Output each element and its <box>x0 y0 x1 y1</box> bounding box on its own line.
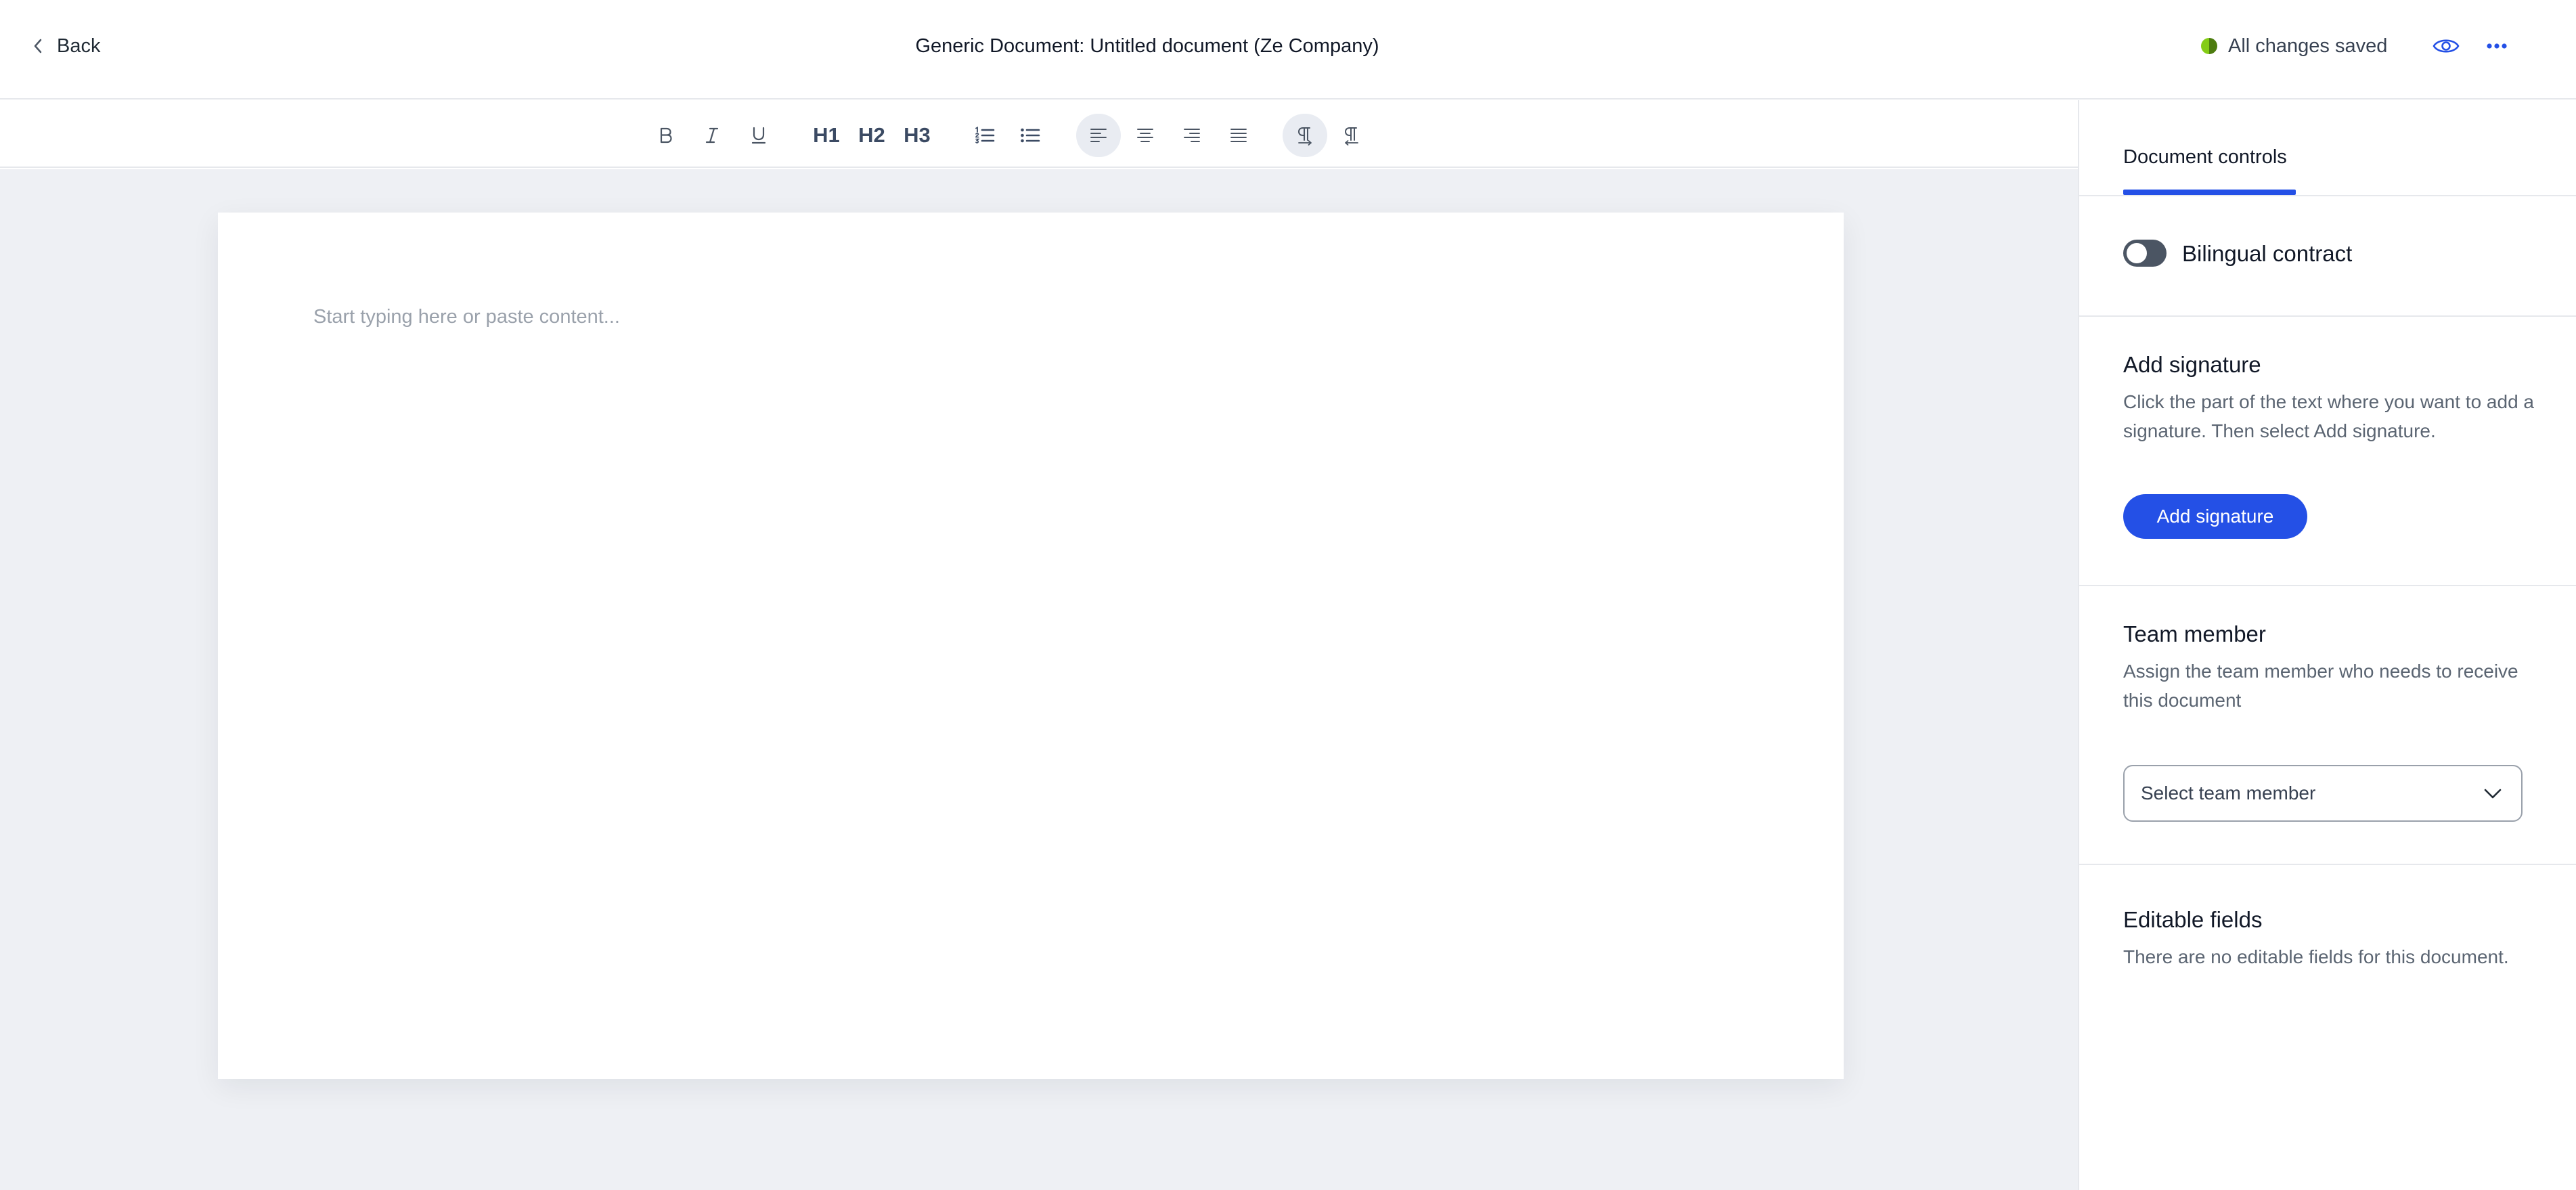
formatting-toolbar: H1 H2 H3 <box>0 100 2078 168</box>
eye-icon <box>2433 39 2460 53</box>
bold-icon <box>660 127 672 144</box>
more-horizontal-icon <box>2487 43 2507 49</box>
align-right-icon <box>1184 129 1200 142</box>
paragraph-ltr-icon <box>1297 127 1312 146</box>
editable-fields-title: Editable fields <box>2123 907 2263 932</box>
preview-button[interactable] <box>2431 32 2461 60</box>
bullet-list-icon <box>1021 128 1040 143</box>
save-status-text: All changes saved <box>2228 35 2388 57</box>
top-header: Back Generic Document: Untitled document… <box>0 0 2576 100</box>
document-editor-input[interactable]: Start typing here or paste content... <box>313 306 1748 340</box>
ordered-list-icon <box>975 127 995 144</box>
heading-1-label: H1 <box>813 123 840 147</box>
align-center-icon <box>1137 129 1153 142</box>
team-member-title: Team member <box>2123 621 2266 646</box>
heading-3-label: H3 <box>904 123 931 147</box>
add-signature-button[interactable]: Add signature <box>2123 494 2307 539</box>
document-controls-panel: Document controls Bilingual contract Add… <box>2078 100 2576 1190</box>
editable-fields-section: Editable fields There are no editable fi… <box>2079 865 2576 1068</box>
align-left-button[interactable] <box>1076 114 1121 157</box>
rtl-direction-button[interactable] <box>1329 114 1374 157</box>
status-dot-icon <box>2201 38 2217 54</box>
editor-canvas: Start typing here or paste content... <box>0 169 2078 1190</box>
team-member-select[interactable]: Select team member <box>2123 765 2523 822</box>
tab-document-controls[interactable]: Document controls <box>2123 146 2287 196</box>
save-status: All changes saved <box>2201 30 2387 62</box>
heading-2-button[interactable]: H2 <box>849 114 894 157</box>
bilingual-contract-toggle[interactable] <box>2123 240 2167 267</box>
bilingual-contract-label: Bilingual contract <box>2182 241 2353 266</box>
heading-3-button[interactable]: H3 <box>895 114 939 157</box>
bold-button[interactable] <box>643 114 688 157</box>
underline-icon <box>751 127 766 144</box>
signature-description: Click the part of the text where you wan… <box>2123 391 2535 441</box>
align-left-icon <box>1090 129 1107 142</box>
toggle-knob <box>2127 243 2147 263</box>
align-right-button[interactable] <box>1170 114 1214 157</box>
italic-icon <box>705 127 719 144</box>
signature-title: Add signature <box>2123 352 2261 377</box>
bilingual-section: Bilingual contract <box>2079 196 2576 317</box>
team-member-description: Assign the team member who needs to rece… <box>2123 661 2518 711</box>
ordered-list-button[interactable] <box>962 114 1007 157</box>
document-page[interactable]: Start typing here or paste content... <box>218 213 1844 1079</box>
panel-tabs: Document controls <box>2079 100 2576 196</box>
heading-1-button[interactable]: H1 <box>804 114 849 157</box>
paragraph-rtl-icon <box>1344 127 1358 146</box>
team-member-select-value: Select team member <box>2141 783 2316 803</box>
document-title: Generic Document: Untitled document (Ze … <box>915 35 1379 57</box>
align-justify-button[interactable] <box>1216 114 1261 157</box>
align-center-button[interactable] <box>1123 114 1168 157</box>
ltr-direction-button[interactable] <box>1283 114 1327 157</box>
italic-button[interactable] <box>690 114 734 157</box>
underline-button[interactable] <box>736 114 781 157</box>
align-justify-icon <box>1230 129 1247 142</box>
signature-section: Add signature Click the part of the text… <box>2079 317 2576 586</box>
team-member-section: Team member Assign the team member who n… <box>2079 586 2576 865</box>
bullet-list-button[interactable] <box>1008 114 1052 157</box>
chevron-down-icon <box>2484 789 2502 799</box>
active-tab-indicator <box>2123 190 2296 195</box>
heading-2-label: H2 <box>858 123 885 147</box>
more-options-button[interactable] <box>2481 32 2513 60</box>
editable-fields-description: There are no editable fields for this do… <box>2123 946 2509 967</box>
